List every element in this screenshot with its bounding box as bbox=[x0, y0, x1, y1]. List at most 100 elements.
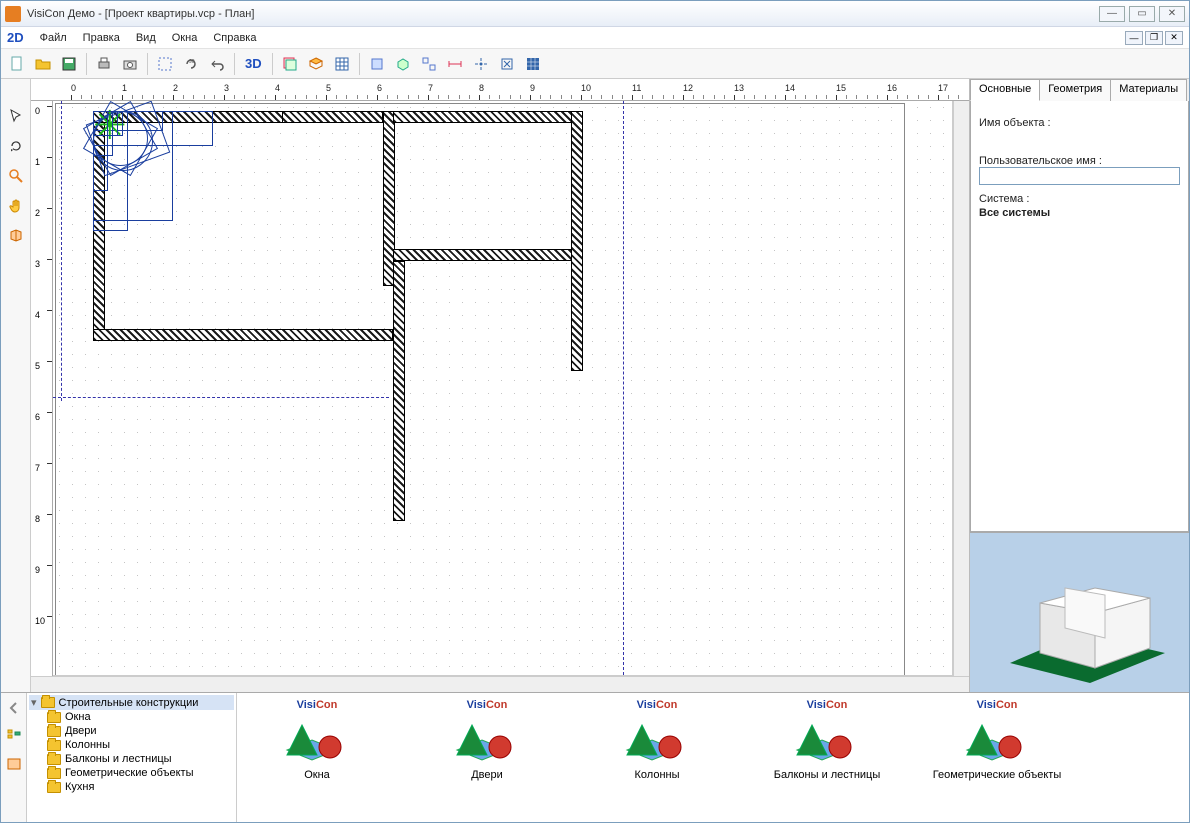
catalog-panel: ▾ Строительные конструкции Окна Двери Коло… bbox=[1, 692, 1189, 822]
catalog-tree[interactable]: ▾ Строительные конструкции Окна Двери Коло… bbox=[27, 693, 237, 822]
mdi-restore-button[interactable]: ❐ bbox=[1145, 31, 1163, 45]
object-name-label: Имя объекта : bbox=[979, 117, 1180, 129]
objects-button[interactable] bbox=[304, 52, 328, 76]
save-file-button[interactable] bbox=[57, 52, 81, 76]
ruler-tick: 14 bbox=[785, 83, 795, 93]
zoom-tool[interactable] bbox=[5, 165, 27, 187]
ruler-tick: 1 bbox=[122, 83, 127, 93]
ruler-tick: 4 bbox=[35, 310, 40, 320]
tab-materials[interactable]: Материалы bbox=[1110, 79, 1187, 101]
tree-root[interactable]: ▾ Строительные конструкции bbox=[29, 695, 234, 710]
orbit-tool[interactable] bbox=[5, 135, 27, 157]
properties-form: Имя объекта : Пользовательское имя : Сис… bbox=[970, 101, 1189, 532]
hatch-button[interactable] bbox=[521, 52, 545, 76]
catalog-thumb[interactable]: VisiConДвери bbox=[417, 699, 557, 816]
user-name-label: Пользовательское имя : bbox=[979, 155, 1180, 167]
ruler-tick: 8 bbox=[479, 83, 484, 93]
guide-horizontal bbox=[53, 397, 389, 398]
ungroup-button[interactable] bbox=[417, 52, 441, 76]
plan-canvas[interactable]: ✳ bbox=[53, 101, 953, 676]
mdi-minimize-button[interactable]: — bbox=[1125, 31, 1143, 45]
pan-tool[interactable] bbox=[5, 195, 27, 217]
catalog-tree-button[interactable] bbox=[3, 725, 25, 747]
scrollbar-horizontal[interactable] bbox=[31, 676, 969, 692]
menu-file[interactable]: Файл bbox=[34, 30, 73, 46]
left-toolbar bbox=[1, 79, 31, 692]
thumb-brand: VisiCon bbox=[807, 699, 848, 711]
tree-item[interactable]: Балконы и лестницы bbox=[29, 752, 234, 766]
folder-icon bbox=[47, 782, 61, 793]
tree-item[interactable]: Кухня bbox=[29, 780, 234, 794]
thumb-label: Балконы и лестницы bbox=[774, 769, 881, 781]
catalog-back-button[interactable] bbox=[3, 697, 25, 719]
grid-panel-button[interactable] bbox=[330, 52, 354, 76]
ruler-tick: 8 bbox=[35, 514, 40, 524]
ruler-tick: 7 bbox=[428, 83, 433, 93]
ruler-vertical[interactable]: 012345678910 bbox=[31, 101, 53, 676]
scrollbar-vertical[interactable] bbox=[953, 101, 969, 676]
ruler-tick: 9 bbox=[530, 83, 535, 93]
view-iso-button[interactable] bbox=[391, 52, 415, 76]
view-plan-button[interactable] bbox=[365, 52, 389, 76]
camera-button[interactable] bbox=[118, 52, 142, 76]
ruler-tick: 15 bbox=[836, 83, 846, 93]
thumb-icon bbox=[282, 715, 352, 765]
ruler-tick: 1 bbox=[35, 157, 40, 167]
catalog-thumb[interactable]: VisiConГеометрические объекты bbox=[927, 699, 1067, 816]
tree-item[interactable]: Колонны bbox=[29, 738, 234, 752]
main-window: VisiCon Демо - [Проект квартиры.vcp - Пл… bbox=[0, 0, 1190, 823]
ruler-tick: 2 bbox=[173, 83, 178, 93]
ruler-horizontal[interactable]: 01234567891011121314151617 bbox=[31, 79, 969, 101]
menu-edit[interactable]: Правка bbox=[77, 30, 126, 46]
dimension-button[interactable] bbox=[443, 52, 467, 76]
scale-fit-button[interactable] bbox=[495, 52, 519, 76]
catalog-thumbnails: VisiConОкнаVisiConДвериVisiConКолонныVis… bbox=[237, 693, 1189, 822]
pointer-tool[interactable] bbox=[5, 105, 27, 127]
catalog-thumb[interactable]: VisiConОкна bbox=[247, 699, 387, 816]
tab-geometry[interactable]: Геометрия bbox=[1039, 79, 1111, 101]
mode-3d-button[interactable]: 3D bbox=[240, 52, 267, 76]
tab-main[interactable]: Основные bbox=[970, 79, 1040, 101]
folder-icon bbox=[41, 697, 55, 708]
tree-item-label: Двери bbox=[65, 725, 97, 737]
user-name-input[interactable] bbox=[979, 167, 1180, 185]
menu-view[interactable]: Вид bbox=[130, 30, 162, 46]
rotate-90-button[interactable]: 90 bbox=[179, 52, 203, 76]
minimize-button[interactable]: — bbox=[1099, 6, 1125, 22]
select-region-button[interactable] bbox=[153, 52, 177, 76]
close-button[interactable]: ✕ bbox=[1159, 6, 1185, 22]
ruler-tick: 0 bbox=[71, 83, 76, 93]
furniture-radiator[interactable] bbox=[93, 111, 108, 191]
ruler-tick: 0 bbox=[35, 106, 40, 116]
tree-item-label: Колонны bbox=[65, 739, 110, 751]
menubar: 2D Файл Правка Вид Окна Справка — ❐ ✕ bbox=[1, 27, 1189, 49]
undo-button[interactable] bbox=[205, 52, 229, 76]
ruler-tick: 3 bbox=[224, 83, 229, 93]
thumb-icon bbox=[452, 715, 522, 765]
preview-3d[interactable] bbox=[970, 532, 1189, 692]
layers-button[interactable] bbox=[278, 52, 302, 76]
guide-vertical-2 bbox=[61, 101, 62, 401]
folder-icon bbox=[47, 740, 61, 751]
tree-item[interactable]: Окна bbox=[29, 710, 234, 724]
menu-help[interactable]: Справка bbox=[207, 30, 262, 46]
tree-item[interactable]: Геометрические объекты bbox=[29, 766, 234, 780]
view-3d-tool[interactable] bbox=[5, 225, 27, 247]
ruler-tick: 11 bbox=[632, 83, 641, 93]
menu-windows[interactable]: Окна bbox=[166, 30, 204, 46]
print-button[interactable] bbox=[92, 52, 116, 76]
catalog-thumb[interactable]: VisiConКолонны bbox=[587, 699, 727, 816]
tree-item-label: Геометрические объекты bbox=[65, 767, 193, 779]
tree-item-label: Окна bbox=[65, 711, 91, 723]
catalog-toolbar bbox=[1, 693, 27, 822]
catalog-thumb[interactable]: VisiCon Балконы и лестницы bbox=[757, 699, 897, 816]
maximize-button[interactable]: ▭ bbox=[1129, 6, 1155, 22]
mdi-close-button[interactable]: ✕ bbox=[1165, 31, 1183, 45]
ruler-tick: 12 bbox=[683, 83, 693, 93]
center-button[interactable] bbox=[469, 52, 493, 76]
thumb-label: Двери bbox=[471, 769, 503, 781]
tree-item[interactable]: Двери bbox=[29, 724, 234, 738]
open-file-button[interactable] bbox=[31, 52, 55, 76]
new-file-button[interactable] bbox=[5, 52, 29, 76]
catalog-prefs-button[interactable] bbox=[3, 753, 25, 775]
